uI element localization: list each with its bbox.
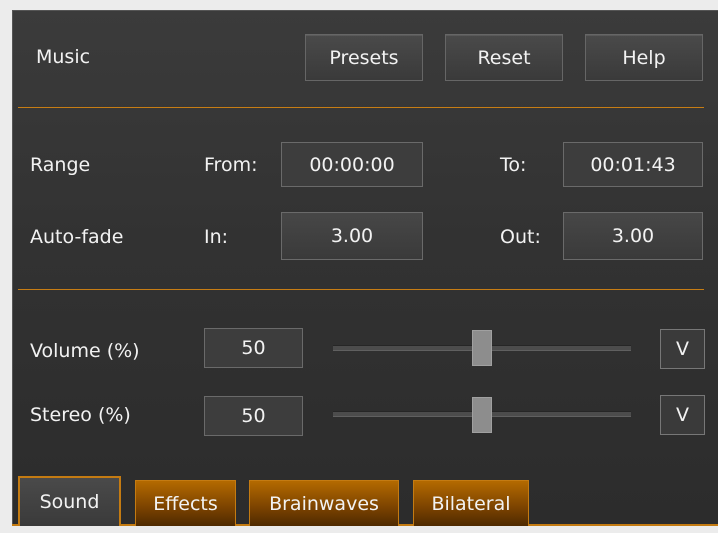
stereo-label: Stereo (%) [30,404,131,426]
tab-brainwaves[interactable]: Brainwaves [249,480,399,526]
tab-sound[interactable]: Sound [18,476,121,526]
range-to-input[interactable]: 00:01:43 [563,142,703,187]
autofade-in-label: In: [204,226,229,248]
stereo-slider-thumb[interactable] [472,397,492,433]
autofade-label: Auto-fade [30,226,124,248]
range-to-label: To: [500,154,527,176]
separator-top [18,107,704,108]
separator-middle [18,289,704,290]
volume-v-button[interactable]: V [660,329,705,369]
autofade-out-input[interactable]: 3.00 [563,212,703,260]
stereo-input[interactable]: 50 [204,396,303,436]
range-from-label: From: [204,154,258,176]
help-button[interactable]: Help [585,34,703,81]
volume-input[interactable]: 50 [204,328,303,368]
stereo-v-button[interactable]: V [660,395,705,435]
autofade-out-label: Out: [500,226,541,248]
range-label: Range [30,154,91,176]
volume-slider-thumb[interactable] [472,330,492,366]
range-from-input[interactable]: 00:00:00 [281,142,423,187]
autofade-in-input[interactable]: 3.00 [281,212,423,260]
music-panel [12,10,718,526]
reset-button[interactable]: Reset [445,34,563,81]
section-title: Music [36,46,91,68]
tab-bilateral[interactable]: Bilateral [413,480,529,526]
presets-button[interactable]: Presets [305,34,423,81]
volume-label: Volume (%) [30,340,140,362]
tab-effects[interactable]: Effects [135,480,236,526]
